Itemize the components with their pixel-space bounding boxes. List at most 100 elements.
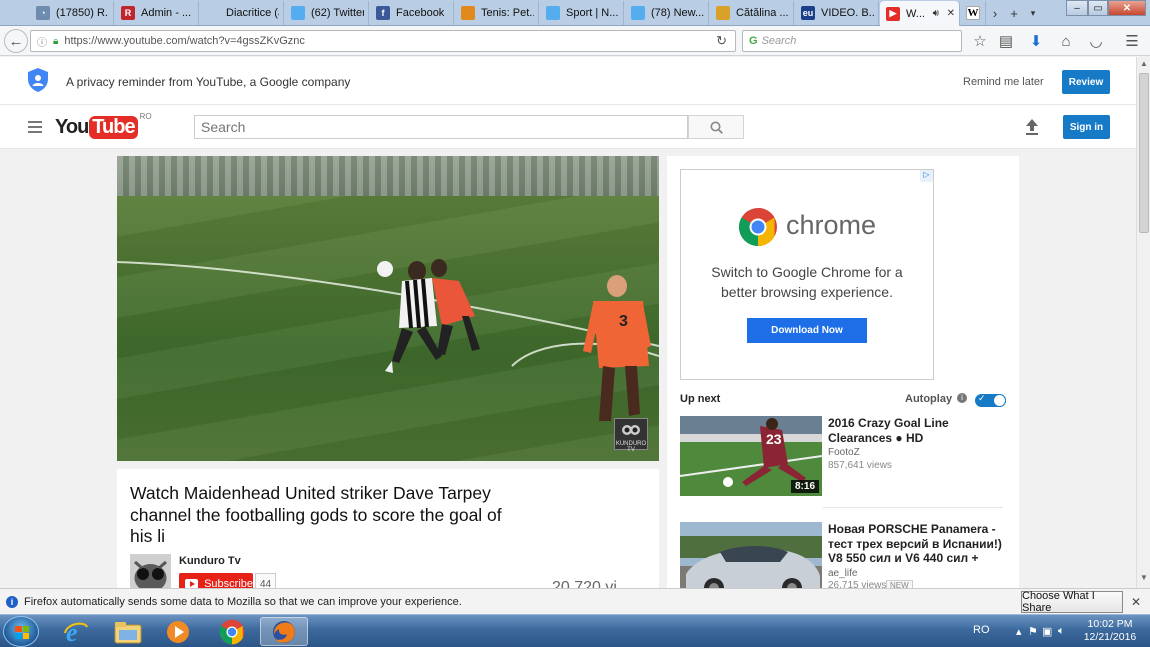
video-player[interactable]: 3 KUNDURO TV: [117, 156, 659, 461]
new-badge: NEW: [886, 580, 913, 588]
subscribe-button[interactable]: Subscribe: [179, 573, 253, 588]
review-button[interactable]: Review: [1062, 70, 1110, 94]
shield-icon: [28, 68, 48, 92]
browser-tab[interactable]: (78) New...: [625, 1, 709, 25]
autoplay-label: Autoplay: [905, 393, 953, 405]
tab-favicon-icon: [631, 6, 645, 20]
scrollbar-thumb[interactable]: [1139, 73, 1149, 233]
show-hidden-icons-icon[interactable]: ▴: [1016, 625, 1022, 638]
browser-tab[interactable]: R Admin - ...: [115, 1, 199, 25]
menu-icon[interactable]: ☰: [1120, 29, 1144, 53]
list-all-tabs-icon[interactable]: ▾: [1026, 3, 1040, 23]
divider: [823, 507, 1003, 508]
file-explorer-icon[interactable]: [104, 617, 152, 646]
chrome-ad[interactable]: ▷ chrome Switch to Google Chrome for a b…: [680, 169, 934, 380]
search-engine-icon[interactable]: G: [749, 35, 758, 47]
video-thumbnail[interactable]: [680, 522, 822, 588]
scroll-down-icon[interactable]: ▼: [1139, 573, 1149, 585]
media-player-icon[interactable]: [154, 617, 202, 646]
tab-audio-icon[interactable]: 🔊︎: [930, 8, 939, 19]
up-next-video[interactable]: 23 8:16 2016 Crazy Goal Line Clearances …: [680, 416, 1002, 498]
maximize-icon[interactable]: ▭: [1088, 0, 1108, 16]
close-window-icon[interactable]: ✕: [1108, 0, 1146, 16]
browser-tab[interactable]: (62) Twitter: [285, 1, 369, 25]
clock-time: 10:02 PM: [1087, 618, 1133, 630]
address-bar[interactable]: ⓘ 🔒︎ https://www.youtube.com/watch?v=4gs…: [30, 30, 736, 52]
scroll-up-icon[interactable]: ▲: [1139, 59, 1149, 71]
guide-menu-icon[interactable]: [28, 121, 42, 136]
browser-tab[interactable]: Cătălina ...: [710, 1, 794, 25]
browser-tab[interactable]: eu VIDEO. B...: [795, 1, 879, 25]
bookmark-star-icon[interactable]: ☆: [968, 29, 992, 53]
page-scrollbar[interactable]: ▲ ▼: [1136, 57, 1150, 588]
language-indicator[interactable]: RO: [973, 624, 990, 636]
browser-tab[interactable]: ▶ W... 🔊︎ ✕: [880, 1, 960, 26]
search-icon: [710, 121, 723, 134]
choose-what-i-share-button[interactable]: Choose What I Share: [1021, 590, 1123, 614]
thumbnail-jersey-number: 23: [766, 431, 782, 447]
video-thumbnail[interactable]: 23 8:16: [680, 416, 822, 496]
jersey-number: 3: [619, 313, 628, 330]
browser-tab[interactable]: Sport | N...: [540, 1, 624, 25]
video-info-card: Watch Maidenhead United striker Dave Tar…: [117, 469, 659, 588]
firefox-taskbar-icon[interactable]: [260, 617, 308, 646]
volume-icon[interactable]: 🔈︎: [1058, 625, 1065, 638]
youtube-search-input[interactable]: [194, 115, 688, 139]
video-title[interactable]: Новая PORSCHE Panamera - тест трех верси…: [828, 522, 1006, 566]
clock-date: 12/21/2016: [1083, 631, 1137, 643]
youtube-search-button[interactable]: [688, 115, 744, 139]
sign-in-button[interactable]: Sign in: [1063, 115, 1110, 139]
search-field[interactable]: G Search: [742, 30, 962, 52]
tab-favicon-icon: R: [121, 6, 135, 20]
subscribe-label: Subscribe: [204, 578, 253, 588]
browser-tab[interactable]: ◔ (17850) R...: [30, 1, 114, 25]
chrome-taskbar-icon[interactable]: [208, 617, 256, 646]
network-icon[interactable]: ▣: [1042, 625, 1052, 638]
autoplay-info-icon[interactable]: i: [957, 393, 967, 403]
remind-later-link[interactable]: Remind me later: [963, 76, 1044, 88]
watch-sidebar: ▷ chrome Switch to Google Chrome for a b…: [667, 156, 1019, 588]
browser-tab[interactable]: Tenis: Pet...: [455, 1, 539, 25]
clock[interactable]: 10:02 PM 12/21/2016: [1082, 618, 1138, 644]
video-views: 857,641 views: [828, 460, 892, 471]
youtube-play-icon: [185, 579, 199, 588]
tab-wikipedia[interactable]: W: [962, 1, 986, 25]
autoplay-toggle[interactable]: ✓: [975, 393, 1006, 407]
upload-icon[interactable]: [1024, 118, 1040, 136]
browser-tab[interactable]: Diacritice (ăâî...: [200, 1, 284, 25]
tab-title: (78) New...: [651, 7, 704, 19]
video-title[interactable]: 2016 Crazy Goal Line Clearances ● HD: [828, 416, 1006, 445]
info-icon[interactable]: ⓘ: [37, 34, 47, 49]
close-notification-icon[interactable]: ✕: [1131, 595, 1141, 609]
minimize-icon[interactable]: –: [1066, 0, 1088, 16]
new-tab-icon[interactable]: +: [1006, 3, 1022, 23]
page-viewport: A privacy reminder from YouTube, a Googl…: [0, 57, 1136, 588]
browser-tab[interactable]: f Facebook: [370, 1, 454, 25]
pocket-icon[interactable]: ◡: [1084, 29, 1108, 53]
downloads-icon[interactable]: ⬇: [1024, 29, 1048, 53]
close-tab-icon[interactable]: ✕: [944, 8, 955, 19]
players-illustration: 3: [377, 259, 651, 421]
flag-icon[interactable]: ⚑: [1028, 625, 1038, 638]
channel-name[interactable]: Kunduro Tv: [179, 555, 241, 567]
channel-watermark[interactable]: KUNDURO TV: [614, 418, 648, 453]
ad-choices-icon[interactable]: ▷: [920, 170, 933, 182]
start-button[interactable]: [3, 616, 39, 647]
bookmarks-menu-icon[interactable]: ▤: [994, 29, 1018, 53]
subscriber-count: 44: [255, 573, 277, 588]
ad-brand: chrome: [786, 210, 877, 240]
channel-avatar[interactable]: [130, 554, 171, 588]
tab-scroll-right-icon[interactable]: ›: [988, 3, 1002, 23]
back-button[interactable]: ←: [4, 29, 28, 53]
tab-favicon-icon: [461, 6, 475, 20]
logo-tube-text: Tube: [89, 115, 138, 139]
download-now-button[interactable]: Download Now: [747, 318, 867, 343]
svg-text:e: e: [66, 619, 78, 645]
home-icon[interactable]: ⌂: [1054, 29, 1078, 53]
internet-explorer-icon[interactable]: e: [52, 617, 100, 646]
related-video[interactable]: Новая PORSCHE Panamera - тест трех верси…: [680, 522, 1002, 588]
logo-country-code: RO: [139, 112, 152, 121]
youtube-logo[interactable]: You Tube RO: [55, 112, 152, 140]
reload-icon[interactable]: ↻: [716, 33, 727, 49]
tab-favicon-icon: [716, 6, 730, 20]
